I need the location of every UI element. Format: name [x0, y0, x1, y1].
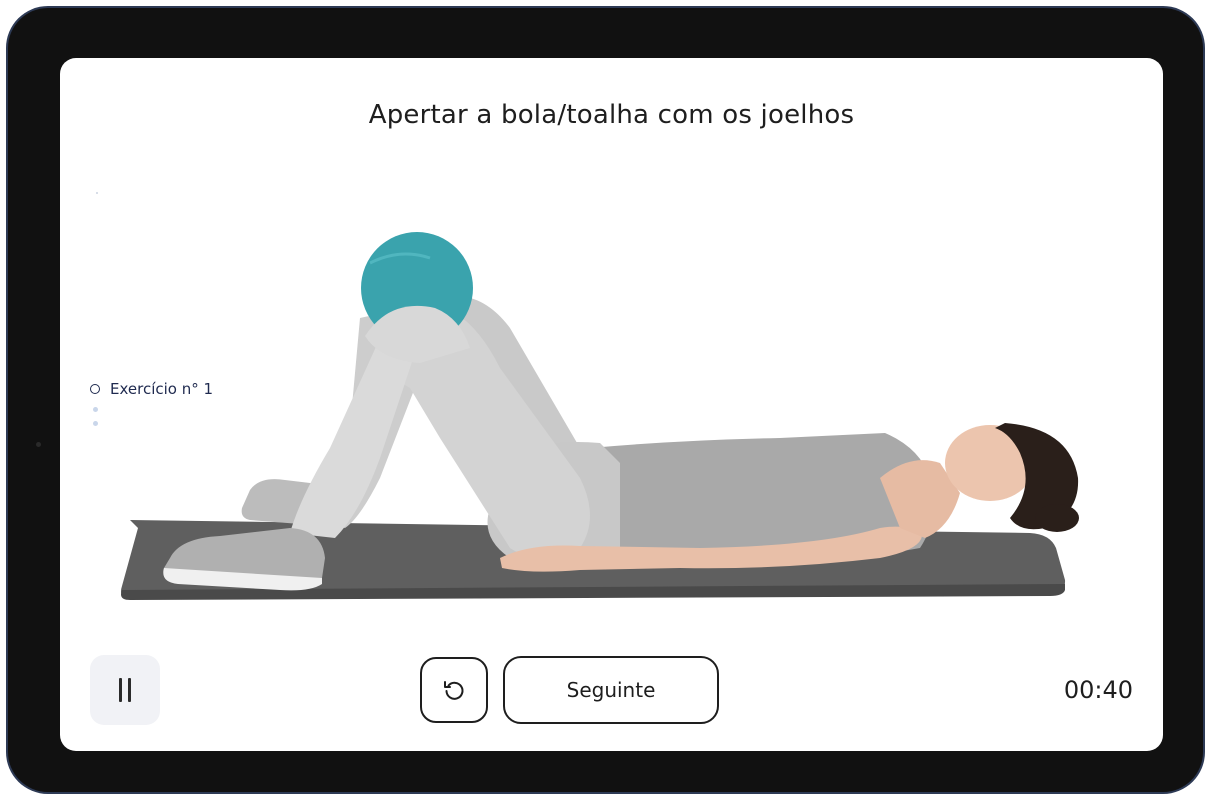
restart-icon [444, 681, 464, 700]
exercise-title: Apertar a bola/toalha com os joelhos [368, 100, 855, 130]
camera-dot [36, 442, 41, 447]
next-button[interactable]: Seguinte [503, 656, 719, 724]
exercise-screen: Apertar a bola/toalha com os joelhos Exe… [60, 58, 1163, 751]
decor-speck [96, 192, 98, 194]
exercise-timer: 00:40 [1063, 676, 1133, 704]
exercise-illustration [121, 232, 1079, 600]
tablet-frame: Apertar a bola/toalha com os joelhos Exe… [8, 8, 1203, 792]
restart-button[interactable] [420, 657, 488, 723]
pause-button[interactable] [90, 655, 160, 725]
pause-icon [119, 678, 122, 702]
